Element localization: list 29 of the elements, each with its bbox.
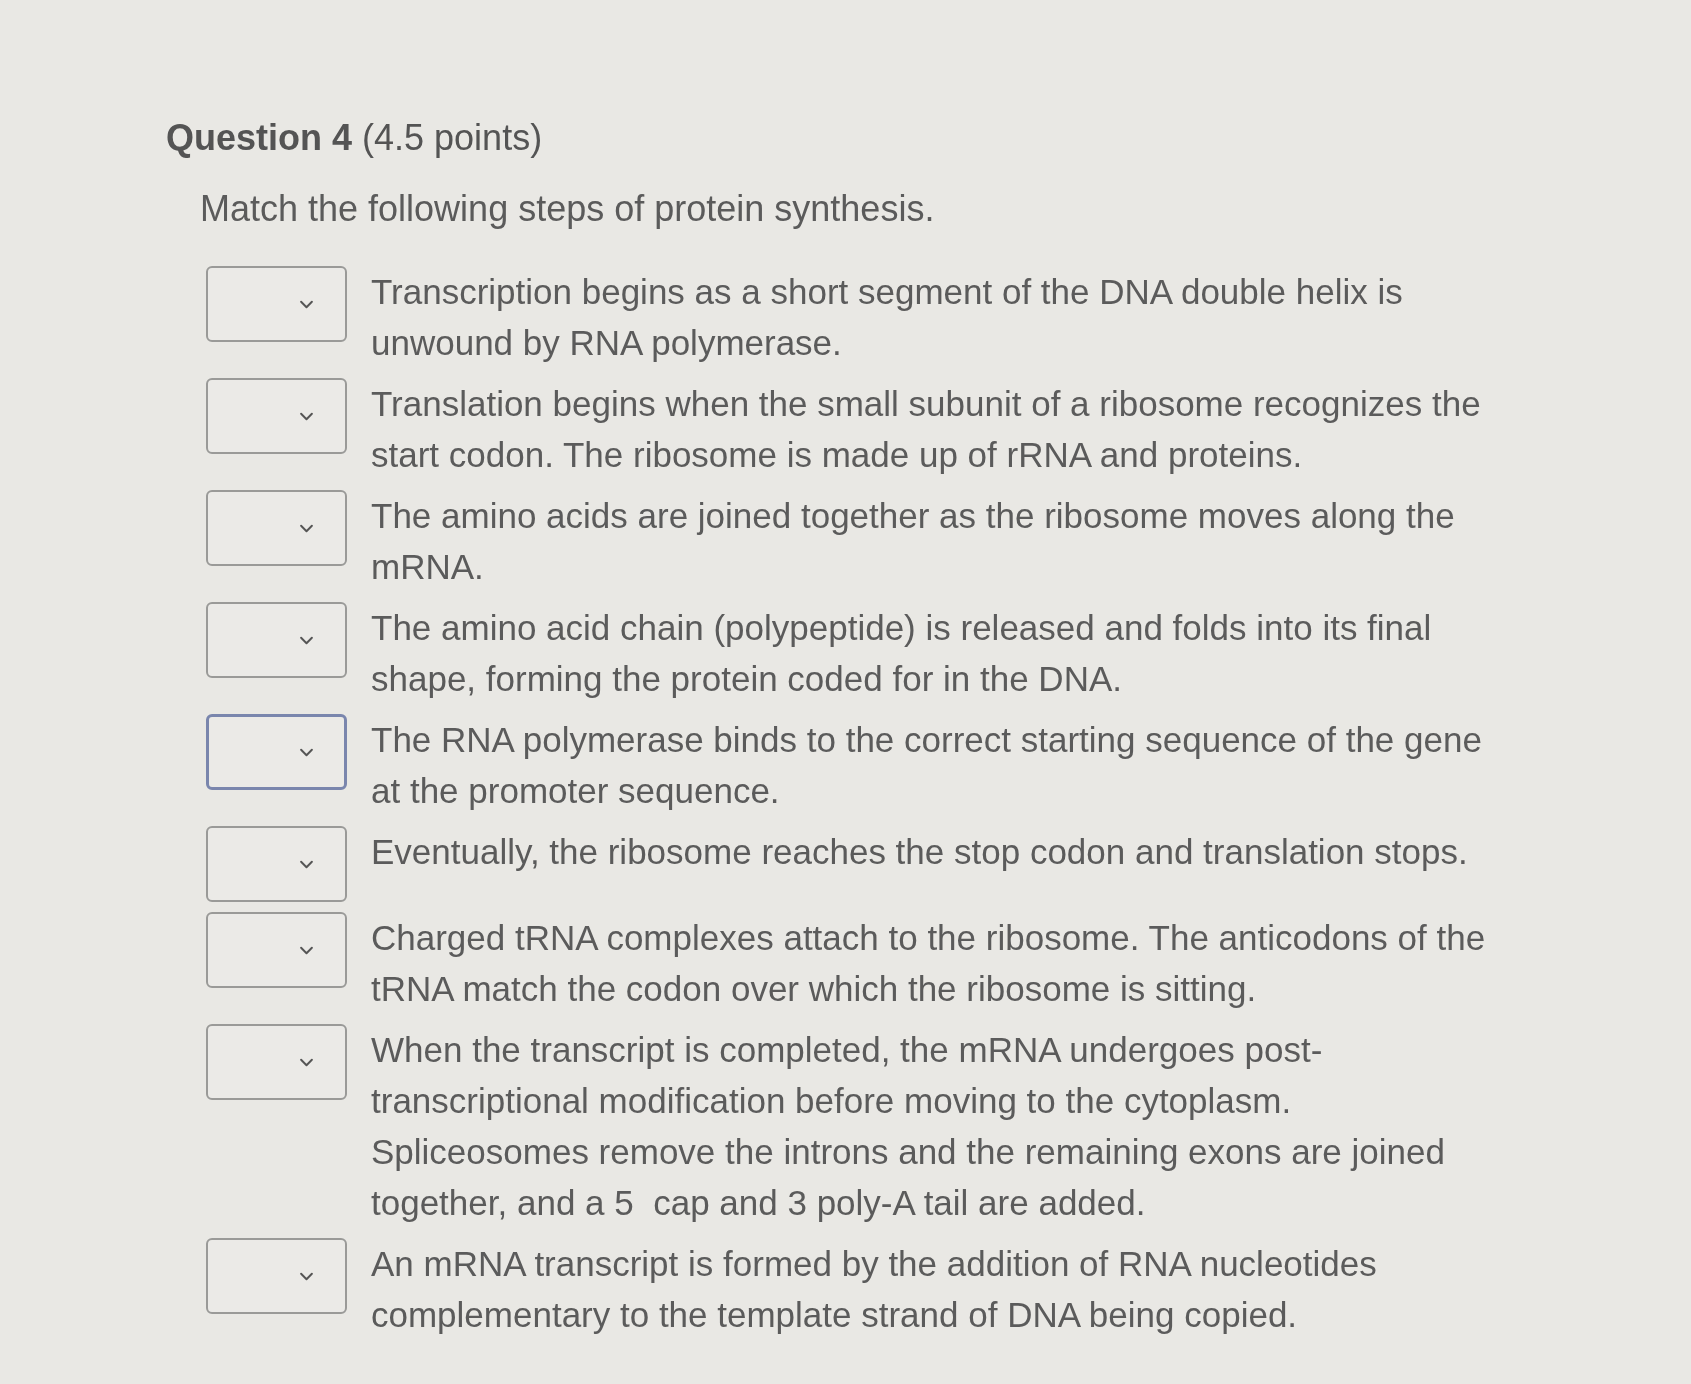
chevron-down-icon (299, 635, 314, 645)
answer-dropdown[interactable] (206, 826, 347, 902)
answer-dropdown[interactable] (206, 378, 347, 454)
chevron-down-icon (299, 747, 314, 757)
question-title: Question 4 (4.5 points) (166, 116, 543, 160)
answer-dropdown[interactable] (206, 1024, 347, 1100)
step-description: Translation begins when the small subunit of a ribosome recognizes the start codon. The ribosome is made up of rRNA and proteins. (371, 383, 1482, 476)
chevron-down-icon (299, 945, 314, 955)
chevron-down-icon (299, 299, 314, 309)
step-description: The RNA polymerase binds to the correct starting sequence of the gene at the promoter sequence. (371, 719, 1483, 812)
chevron-down-icon (299, 523, 314, 533)
chevron-down-icon (299, 1271, 314, 1281)
answer-dropdown[interactable] (206, 490, 347, 566)
question-prompt: Match the following steps of protein synthesis. (200, 187, 935, 231)
step-description: Eventually, the ribosome reaches the stop codon and translation stops. (371, 831, 1468, 873)
chevron-down-icon (299, 411, 314, 421)
answer-dropdown[interactable] (206, 1238, 347, 1314)
answer-dropdown[interactable] (206, 266, 347, 342)
chevron-down-icon (299, 1057, 314, 1067)
step-description: The amino acid chain (polypeptide) is released and folds into its final shape, forming the protein coded for in the DNA. (371, 607, 1433, 700)
step-description: When the transcript is completed, the mRNA undergoes post-transcriptional modification before moving to the cytoplasm. Spliceosomes remove the introns and the remaining exons are joined together, and a 5 cap and 3 poly-A tail are added. (371, 1029, 1446, 1224)
step-description: The amino acids are joined together as the ribosome moves along the mRNA. (371, 495, 1456, 588)
step-description: Charged tRNA complexes attach to the ribosome. The anticodons of the tRNA match the codon over which the ribosome is sitting. (371, 917, 1487, 1010)
step-description: Transcription begins as a short segment of the DNA double helix is unwound by RNA polymerase. (371, 271, 1404, 364)
answer-dropdown[interactable] (206, 602, 347, 678)
chevron-down-icon (299, 859, 314, 869)
answer-dropdown[interactable] (206, 714, 347, 790)
answer-dropdown[interactable] (206, 912, 347, 988)
step-description: An mRNA transcript is formed by the addition of RNA nucleotides complementary to the template strand of DNA being copied. (371, 1243, 1378, 1336)
